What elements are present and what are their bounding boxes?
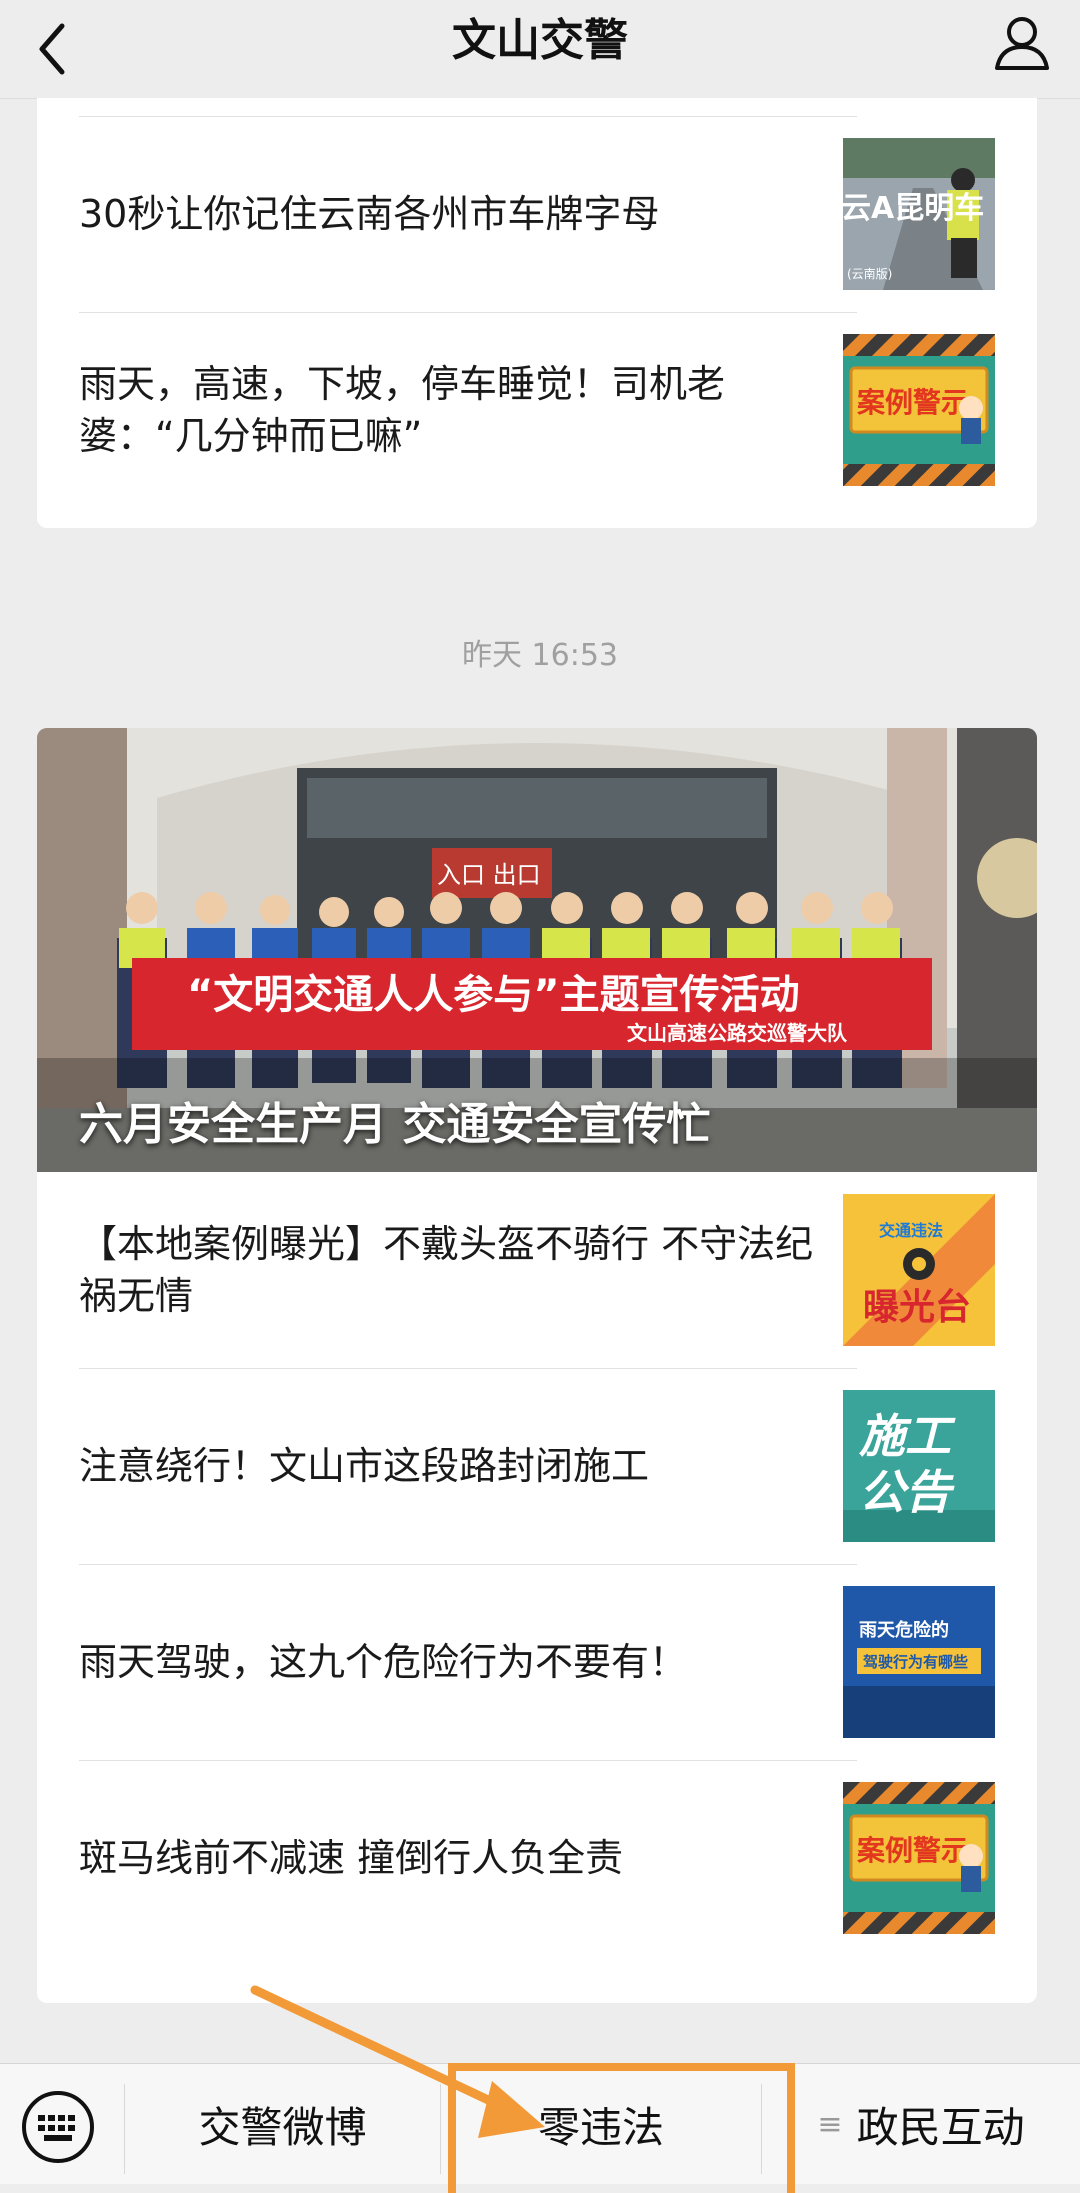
article-title: 斑马线前不减速 撞倒行人负全责 — [79, 1836, 624, 1880]
page-title: 文山交警 — [452, 15, 628, 66]
article-item[interactable]: 【本地案例曝光】不戴头盔不骑行 不守法纪祸无情 交通违法 曝光台 — [37, 1172, 1037, 1368]
thumbnail-text: 云A昆明车 — [843, 191, 984, 226]
timestamp: 昨天 16:53 — [462, 638, 618, 673]
thumbnail-text: 施工 — [859, 1409, 956, 1463]
submenu-icon: ≡ — [817, 2106, 843, 2142]
article-title: 30秒让你记住云南各州市车牌字母 — [79, 192, 660, 236]
thumbnail-text: 案例警示 — [857, 386, 969, 419]
top-nav-bar: 文山交警 — [0, 0, 1080, 99]
keyboard-toggle-button[interactable] — [18, 2087, 98, 2167]
article-item[interactable]: 30秒让你记住云南各州市车牌字母 云A昆明车 (云南版) — [37, 116, 1037, 312]
thumbnail-label: 交通违法 — [879, 1221, 943, 1240]
article-thumbnail: 案例警示 — [843, 1782, 995, 1934]
article-thumbnail: 施工 公告 — [843, 1390, 995, 1542]
article-title: 雨天驾驶，这九个危险行为不要有！ — [79, 1640, 688, 1684]
menu-item-label: 交警微博 — [198, 2102, 367, 2152]
annotation-highlight-box — [448, 2063, 795, 2193]
article-item[interactable]: 雨天，高速，下坡，停车睡觉！司机老婆：“几分钟而已嘛” 案例警示 — [37, 312, 1037, 508]
hero-caption: 六月安全生产月 交通安全宣传忙 — [79, 1099, 711, 1150]
thumbnail-text: 案例警示 — [857, 1834, 969, 1867]
article-title: 雨天，高速，下坡，停车睡觉！司机老婆：“几分钟而已嘛” — [79, 362, 726, 458]
thumbnail-subtext: (云南版) — [847, 266, 892, 281]
thumbnail-text: 雨天危险的 — [859, 1619, 949, 1641]
article-title: 注意绕行！文山市这段路封闭施工 — [79, 1444, 650, 1488]
article-item[interactable]: 注意绕行！文山市这段路封闭施工 施工 公告 — [37, 1368, 1037, 1564]
article-thumbnail: 案例警示 — [843, 334, 995, 486]
banner-main-text: “文明交通人人参与”主题宣传活动 — [187, 972, 800, 1018]
thumbnail-text: 曝光台 — [863, 1287, 971, 1328]
thumbnail-text-2: 公告 — [859, 1465, 955, 1519]
menu-item-weibo[interactable]: 交警微博 — [125, 2064, 440, 2184]
menu-item-interaction[interactable]: ≡ 政民互动 — [762, 2064, 1080, 2184]
user-icon — [995, 17, 1049, 70]
article-thumbnail: 雨天危险的 驾驶行为有哪些 — [843, 1586, 995, 1738]
keyboard-icon — [22, 2091, 94, 2163]
thumbnail-text-2: 驾驶行为有哪些 — [863, 1653, 968, 1671]
article-item[interactable]: 斑马线前不减速 撞倒行人负全责 案例警示 — [37, 1760, 1037, 1956]
building-sign: 入口 出口 — [437, 861, 541, 889]
article-title: 【本地案例曝光】不戴头盔不骑行 不守法纪祸无情 — [79, 1222, 814, 1318]
article-thumbnail: 云A昆明车 (云南版) — [843, 138, 995, 290]
article-card-top: 30秒让你记住云南各州市车牌字母 云A昆明车 (云南版) 雨天，高速，下坡，停车… — [37, 98, 1037, 528]
profile-button[interactable] — [992, 8, 1052, 78]
article-card-bottom: 入口 出口 “文明交通人人参与”主题宣传活动 文山高速公路交巡警大队 六月安全生… — [37, 728, 1037, 2003]
article-item[interactable]: 雨天驾驶，这九个危险行为不要有！ 雨天危险的 驾驶行为有哪些 — [37, 1564, 1037, 1760]
menu-item-label: 政民互动 — [856, 2102, 1025, 2152]
banner-sub-text: 文山高速公路交巡警大队 — [627, 1021, 848, 1045]
hero-article[interactable]: 入口 出口 “文明交通人人参与”主题宣传活动 文山高速公路交巡警大队 六月安全生… — [37, 728, 1037, 1172]
article-thumbnail: 交通违法 曝光台 — [843, 1194, 995, 1346]
